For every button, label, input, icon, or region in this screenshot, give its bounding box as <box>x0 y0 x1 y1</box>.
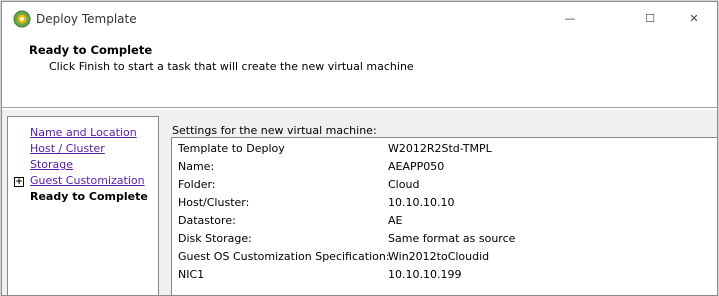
expand-icon[interactable]: + <box>14 177 24 187</box>
nav-item-guest-customization[interactable]: Guest Customization <box>30 174 145 187</box>
setting-key: NIC1 <box>178 268 205 281</box>
setting-key: Template to Deploy <box>178 142 285 155</box>
settings-label: Settings for the new virtual machine: <box>172 124 377 137</box>
page-subtitle: Click Finish to start a task that will c… <box>49 60 414 73</box>
setting-value: 10.10.10.199 <box>388 268 462 281</box>
setting-value: Cloud <box>388 178 420 191</box>
setting-key: Guest OS Customization Specification: <box>178 250 390 263</box>
wizard-header: Ready to Complete Click Finish to start … <box>2 36 717 109</box>
close-button[interactable]: ✕ <box>676 6 712 32</box>
window-title: Deploy Template <box>36 12 137 26</box>
setting-key: Datastore: <box>178 214 236 227</box>
deploy-template-window: Deploy Template — ☐ ✕ Ready to Complete … <box>1 1 718 296</box>
setting-key: Name: <box>178 160 215 173</box>
setting-value: 10.10.10.10 <box>388 196 455 209</box>
setting-value: AE <box>388 214 403 227</box>
vsphere-logo-icon <box>13 10 31 28</box>
setting-value: W2012R2Std-TMPL <box>388 142 492 155</box>
setting-key: Folder: <box>178 178 216 191</box>
minimize-button[interactable]: — <box>552 6 588 32</box>
setting-key: Host/Cluster: <box>178 196 250 209</box>
nav-item-storage[interactable]: Storage <box>30 158 73 171</box>
header-divider <box>2 107 717 109</box>
setting-value: Win2012toCloudid <box>388 250 490 263</box>
setting-value: AEAPP050 <box>388 160 445 173</box>
page-title: Ready to Complete <box>29 43 153 57</box>
maximize-button[interactable]: ☐ <box>632 6 668 32</box>
settings-list: Template to Deploy W2012R2Std-TMPL Name:… <box>171 137 717 295</box>
wizard-nav: Name and Location Host / Cluster Storage… <box>7 116 159 295</box>
nav-item-name-and-location[interactable]: Name and Location <box>30 126 137 139</box>
title-bar: Deploy Template — ☐ ✕ <box>2 2 717 36</box>
setting-key: Disk Storage: <box>178 232 252 245</box>
nav-item-ready-to-complete: Ready to Complete <box>30 190 148 203</box>
setting-value: Same format as source <box>388 232 516 245</box>
wizard-body: Name and Location Host / Cluster Storage… <box>2 110 717 295</box>
nav-item-host-cluster[interactable]: Host / Cluster <box>30 142 105 155</box>
